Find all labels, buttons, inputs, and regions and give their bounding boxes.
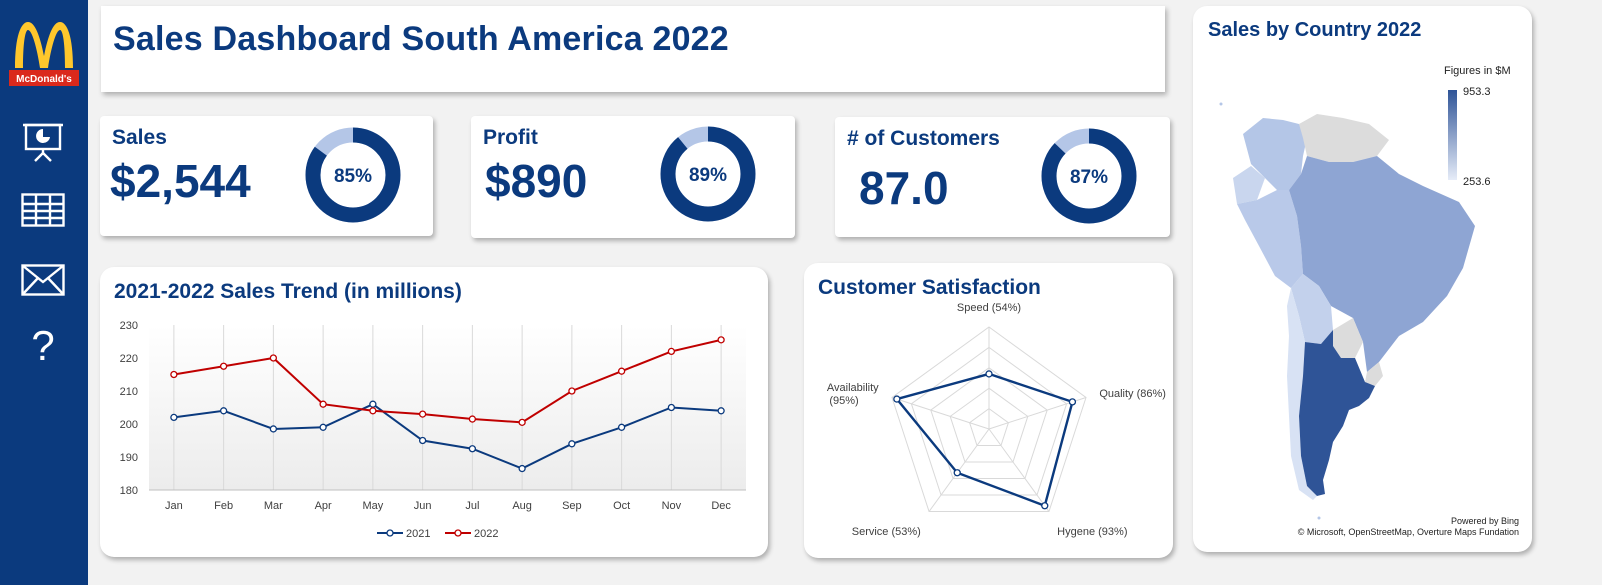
data-point-2022 [319, 400, 327, 408]
sales-trend-chart: 180 190 200 210 220 230 Jan Feb Mar Apr May Jun Jul… [120, 320, 746, 540]
x-tick-label: Aug [512, 500, 532, 512]
x-tick-label: Jan [165, 500, 183, 512]
y-tick-label: 180 [120, 485, 138, 497]
satisfaction-radar-chart: Speed (54%) Quality (86%) Hygene (93%) Serv… [827, 302, 1166, 538]
map-legend-min: 253.6 [1463, 176, 1491, 188]
data-point-2021 [219, 407, 228, 415]
data-point-2021 [468, 445, 477, 453]
sales-value: $2,544 [110, 155, 251, 207]
data-point-2021 [568, 440, 576, 448]
customers-percent: 87% [1070, 167, 1108, 188]
radar-data-point [1041, 502, 1049, 510]
mail-icon[interactable] [18, 256, 68, 304]
radar-spoke [988, 428, 1050, 512]
x-tick-label: Oct [613, 500, 630, 512]
x-tick-label: Sep [562, 500, 582, 512]
legend-label-2021: 2021 [406, 528, 430, 540]
y-tick-label: 210 [120, 386, 138, 398]
profit-label: Profit [483, 126, 538, 149]
data-point-2022 [617, 367, 626, 375]
data-point-2022 [568, 387, 576, 395]
data-point-2021 [319, 423, 327, 431]
map-credit-attribution: © Microsoft, OpenStreetMap, Overture Map… [1297, 527, 1519, 537]
x-tick-label: Jul [465, 500, 479, 512]
map-card: Sales by Country 2022 Figures in $M 953.… [1193, 6, 1532, 552]
y-tick-label: 220 [120, 353, 138, 365]
radar-data-point [953, 469, 961, 477]
legend-label-2022: 2022 [474, 528, 498, 540]
radar-axis-label: Quality (86%) [1099, 388, 1166, 400]
radar-data-point [893, 395, 901, 403]
help-icon[interactable]: ? [18, 322, 68, 370]
sales-donut: 85% [305, 127, 401, 223]
data-point-2021 [717, 407, 725, 415]
radar-axis-label: Service (53%) [852, 526, 921, 538]
radar-axis-label: Hygene (93%) [1057, 526, 1127, 538]
y-tick-label: 190 [120, 452, 138, 464]
title-card: Sales Dashboard South America 2022 [101, 6, 1165, 92]
radar-data-point [985, 370, 993, 378]
y-tick-label: 230 [120, 320, 138, 332]
data-point-2021 [617, 423, 626, 431]
sales-percent: 85% [334, 166, 372, 187]
x-tick-label: Feb [214, 500, 233, 512]
profit-value: $890 [485, 155, 588, 207]
data-point-2021 [518, 464, 526, 473]
satisfaction-card: Customer Satisfaction Speed (54%) Quality… [804, 263, 1173, 558]
data-point-2021 [269, 425, 278, 433]
data-point-2022 [269, 354, 278, 362]
customers-donut: 87% [1041, 128, 1137, 224]
radar-axis-label: Speed (54%) [957, 302, 1021, 314]
sales-label: Sales [112, 126, 167, 149]
mcdonalds-logo: McDonald's [9, 18, 79, 92]
y-tick-label: 200 [120, 419, 138, 431]
table-icon[interactable] [18, 186, 68, 234]
data-point-2021 [418, 436, 427, 445]
map-credit-bing: Powered by Bing [1450, 516, 1519, 526]
data-point-2022 [667, 347, 676, 356]
sales-kpi-card: Sales $2,544 85% [100, 116, 433, 236]
profit-percent: 89% [689, 165, 727, 186]
help-icon-label: ? [31, 322, 55, 369]
data-point-2022 [170, 370, 178, 379]
x-tick-label: Nov [662, 500, 682, 512]
plot-area [149, 325, 746, 490]
radar-data-point [1068, 398, 1077, 406]
x-tick-label: Apr [315, 500, 332, 512]
radar-axis-label: Availability (95%) [827, 382, 879, 407]
logo-text: McDonald's [16, 74, 72, 85]
customers-value: 87.0 [859, 162, 949, 214]
customers-label: # of Customers [847, 127, 1000, 150]
presentation-icon[interactable] [18, 118, 68, 166]
data-point-2022 [717, 336, 725, 344]
x-tick-label: May [362, 500, 383, 512]
profit-kpi-card: Profit $890 89% [471, 116, 795, 238]
data-point-2021 [170, 413, 178, 422]
south-america-map: Figures in $M 953.3 253.6 [1219, 65, 1511, 520]
data-point-2022 [468, 415, 477, 423]
page-title: Sales Dashboard South America 2022 [113, 20, 729, 58]
legend-marker-2021 [386, 529, 394, 537]
data-point-2021 [667, 403, 676, 412]
legend-marker-2022 [454, 529, 462, 537]
x-tick-label: Mar [264, 500, 283, 512]
data-point-2022 [369, 407, 377, 415]
map-region-peru [1237, 190, 1303, 288]
radar-spoke [891, 397, 990, 430]
data-point-2022 [219, 362, 228, 370]
x-tick-label: Jun [414, 500, 432, 512]
map-legend-gradient [1448, 90, 1457, 180]
data-point-2021 [369, 400, 377, 408]
data-point-2022 [418, 410, 427, 418]
data-point-2022 [518, 418, 526, 427]
profit-donut: 89% [660, 126, 756, 222]
map-legend-title: Figures in $M [1444, 65, 1511, 77]
sales-trend-card: 2021-2022 Sales Trend (in millions) 180 1… [100, 267, 768, 557]
map-region-argentina [1299, 330, 1375, 496]
map-legend-max: 953.3 [1463, 86, 1491, 98]
sidebar: McDonald's ? [0, 0, 88, 585]
map-region-venezuela [1299, 114, 1389, 162]
x-tick-label: Dec [711, 500, 731, 512]
customers-kpi-card: # of Customers 87.0 87% [835, 117, 1170, 237]
